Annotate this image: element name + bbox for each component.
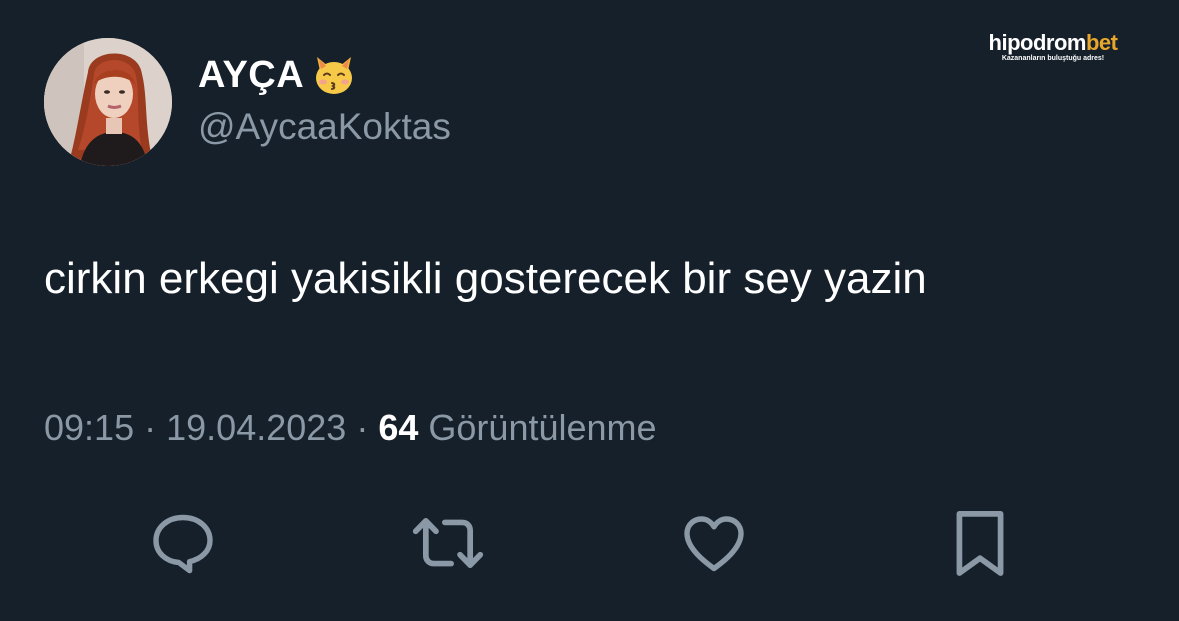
reply-icon (153, 514, 213, 574)
meta-separator: · (356, 407, 369, 448)
display-name[interactable]: AYÇA (198, 52, 358, 98)
tweet-time[interactable]: 09:15 (44, 407, 134, 448)
avatar-image (44, 38, 172, 166)
watermark-logo: hipodrombet Kazananların buluştuğu adres… (982, 30, 1124, 62)
bookmark-button[interactable] (942, 505, 1018, 581)
like-button[interactable] (676, 505, 752, 581)
avatar[interactable] (44, 38, 172, 166)
watermark-brand-prefix: hipodrom (988, 30, 1087, 55)
kissing-cat-emoji-icon (316, 57, 353, 94)
tweet-meta: 09:15 · 19.04.2023 · 64 Görüntülenme (44, 407, 657, 449)
watermark-brand: hipodrombet (982, 30, 1124, 56)
views-label: Görüntülenme (428, 407, 657, 448)
reply-button[interactable] (145, 505, 221, 581)
heart-icon (684, 516, 744, 572)
bookmark-icon (956, 511, 1004, 576)
views-count: 64 (378, 407, 419, 448)
display-name-text: AYÇA (198, 53, 305, 96)
watermark-tagline: Kazananların buluştuğu adres! (1001, 55, 1105, 62)
tweet-date[interactable]: 19.04.2023 (166, 407, 346, 448)
meta-separator: · (144, 407, 157, 448)
tweet-text: cirkin erkegi yakisikli gosterecek bir s… (44, 254, 927, 303)
watermark-brand-suffix: bet (1085, 30, 1118, 55)
author-handle[interactable]: @AycaaKoktas (198, 106, 451, 148)
retweet-icon (412, 517, 484, 569)
retweet-button[interactable] (410, 505, 486, 581)
tweet-card: AYÇA @AycaaKoktas hipodrombet Kazananlar… (0, 0, 1179, 621)
